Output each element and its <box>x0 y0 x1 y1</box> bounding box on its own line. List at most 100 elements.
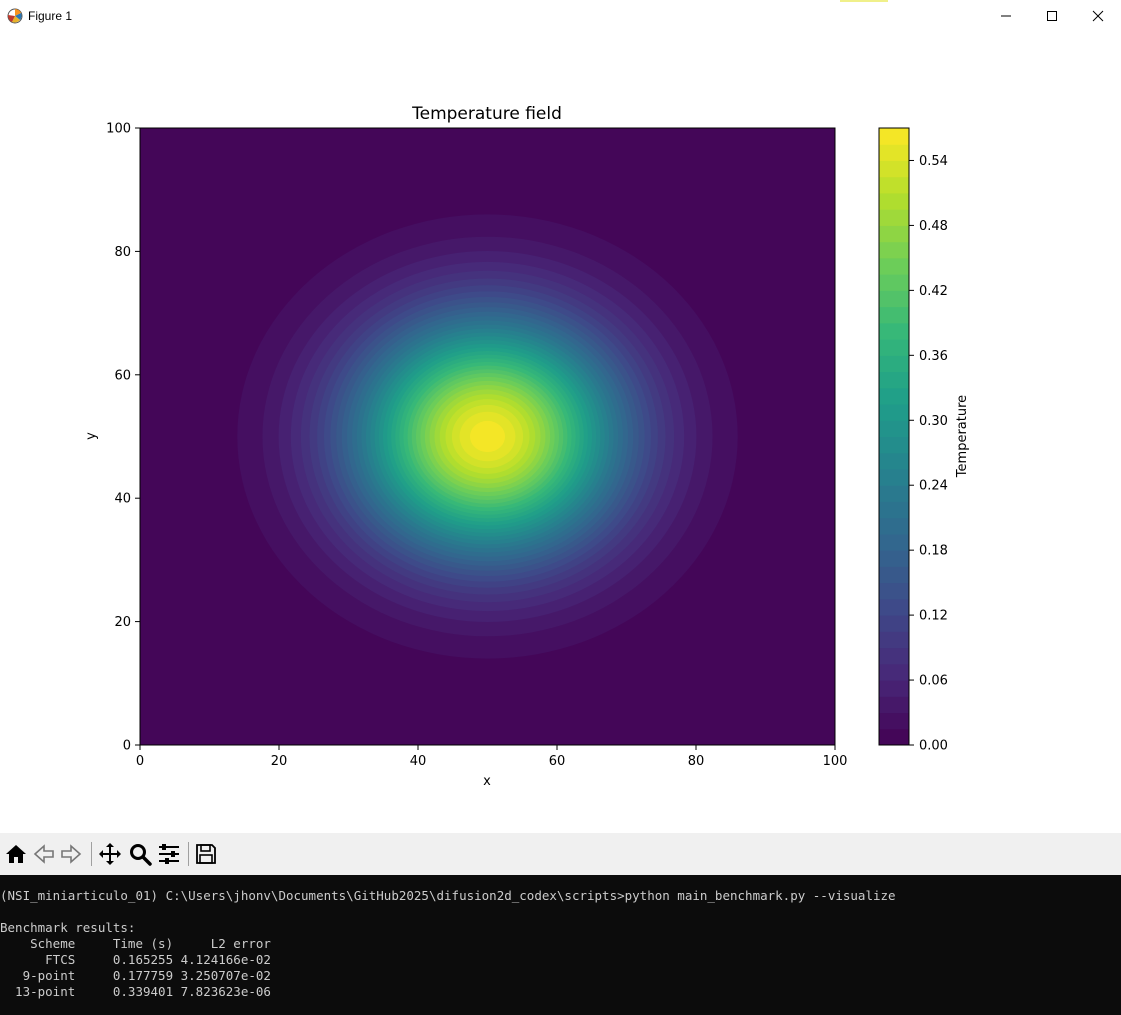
back-button[interactable] <box>31 841 57 867</box>
colorbar-tick-label: 0.42 <box>919 284 948 299</box>
console-output[interactable]: (NSI_miniarticulo_01) C:\Users\jhonv\Doc… <box>0 875 1121 1015</box>
forward-button[interactable] <box>58 841 84 867</box>
colorbar-band <box>879 468 909 486</box>
matplotlib-icon <box>7 8 23 24</box>
maximize-button[interactable] <box>1029 0 1075 32</box>
zoom-button[interactable] <box>127 841 153 867</box>
colorbar-band <box>879 533 909 551</box>
results-table-header: Scheme Time (s) L2 error <box>0 936 271 951</box>
x-tick-label: 0 <box>136 754 144 769</box>
x-tick-label: 100 <box>823 754 848 769</box>
configure-subplots-button[interactable] <box>156 841 182 867</box>
results-row: 13-point 0.339401 7.823623e-06 <box>0 984 271 999</box>
chart-title: Temperature field <box>411 104 562 124</box>
y-tick-label: 40 <box>114 492 131 507</box>
colorbar-tick-label: 0.48 <box>919 219 948 234</box>
home-icon <box>6 845 26 863</box>
colorbar-band <box>879 257 909 275</box>
colorbar-tick-label: 0.18 <box>919 544 948 559</box>
home-button[interactable] <box>3 841 29 867</box>
colorbar-band <box>879 306 909 324</box>
close-icon <box>1092 10 1104 22</box>
colorbar-band <box>879 680 909 697</box>
colorbar-band <box>879 696 909 714</box>
figure-canvas[interactable]: 0.00 0.06 0.12 0.18 0.24 0.30 0.36 0.42 0.48 0.54… <box>0 32 1121 833</box>
zoom-icon <box>130 844 152 866</box>
colorbar-band <box>879 225 909 243</box>
colorbar-band <box>879 404 909 421</box>
colorbar-band <box>879 598 909 616</box>
colorbar-band <box>879 631 909 649</box>
colorbar-band <box>879 663 909 681</box>
benchmark-results-title: Benchmark results: <box>0 920 136 935</box>
y-tick-label: 20 <box>114 615 131 630</box>
contour-band <box>469 420 506 453</box>
colorbar-band <box>879 274 909 291</box>
colorbar-band <box>879 371 909 389</box>
window-title: Figure 1 <box>28 9 73 23</box>
y-axis-label: y <box>84 432 99 440</box>
colorbar-band <box>879 290 909 308</box>
back-arrow-icon <box>33 844 54 864</box>
close-button[interactable] <box>1075 0 1121 32</box>
colorbar-band <box>879 517 909 535</box>
y-tick-label: 100 <box>106 122 131 137</box>
console-prompt-line: (NSI_miniarticulo_01) C:\Users\jhonv\Doc… <box>0 888 896 903</box>
colorbar-band <box>879 436 909 454</box>
x-tick-label: 20 <box>271 754 288 769</box>
maximize-icon <box>1047 11 1057 21</box>
x-tick-label: 40 <box>410 754 427 769</box>
y-tick-label: 0 <box>123 739 131 754</box>
window-titlebar: Figure 1 <box>0 0 1121 32</box>
colorbar-tick-label: 0.54 <box>919 154 948 169</box>
colorbar-band <box>879 322 909 340</box>
colorbar-band <box>879 566 909 584</box>
colorbar-band <box>879 485 909 502</box>
colorbar-band <box>879 550 909 567</box>
minimize-icon <box>1001 15 1011 17</box>
colorbar-label: Temperature <box>955 395 970 478</box>
colorbar-band <box>879 128 909 145</box>
colorbar-tick-label: 0.12 <box>919 609 948 624</box>
colorbar-tick-label: 0.30 <box>919 414 948 429</box>
colorbar-tick-label: 0.36 <box>919 349 948 364</box>
save-icon <box>196 844 216 864</box>
results-row: FTCS 0.165255 4.124166e-02 <box>0 952 271 967</box>
colorbar-band <box>879 582 909 600</box>
colorbar-band <box>879 209 909 226</box>
colorbar-tick-label: 0.24 <box>919 479 948 494</box>
x-tick-label: 60 <box>549 754 566 769</box>
colorbar-band <box>879 728 909 746</box>
colorbar-band <box>879 176 909 194</box>
pan-icon <box>99 843 121 865</box>
toolbar-separator <box>188 842 189 866</box>
pan-button[interactable] <box>97 841 123 867</box>
colorbar-band <box>879 339 909 356</box>
colorbar-band <box>879 615 909 632</box>
forward-arrow-icon <box>61 844 82 864</box>
colorbar-band <box>879 712 909 730</box>
colorbar-band <box>879 241 909 259</box>
colorbar-band <box>879 452 909 470</box>
colorbar-band <box>879 355 909 373</box>
colorbar-band <box>879 144 909 161</box>
results-row: 9-point 0.177759 3.250707e-02 <box>0 968 271 983</box>
y-tick-label: 80 <box>114 245 131 260</box>
y-tick-label: 60 <box>114 368 131 383</box>
x-tick-label: 80 <box>688 754 705 769</box>
colorbar-band <box>879 160 909 178</box>
save-button[interactable] <box>193 841 219 867</box>
toolbar-separator <box>91 842 92 866</box>
x-axis-label: x <box>483 774 491 789</box>
colorbar-band <box>879 387 909 405</box>
colorbar-tick-label: 0.06 <box>919 674 948 689</box>
minimize-button[interactable] <box>983 0 1029 32</box>
heatmap-chart: 0.00 0.06 0.12 0.18 0.24 0.30 0.36 0.42 0.48 0.54… <box>84 104 970 789</box>
colorbar-band <box>879 420 909 437</box>
configure-subplots-icon <box>159 844 179 864</box>
navigation-toolbar <box>0 833 1121 875</box>
colorbar-band <box>879 647 909 665</box>
colorbar-tick-label: 0.00 <box>919 739 948 754</box>
taskbar-accent-strip <box>840 0 888 2</box>
colorbar-band <box>879 192 909 210</box>
